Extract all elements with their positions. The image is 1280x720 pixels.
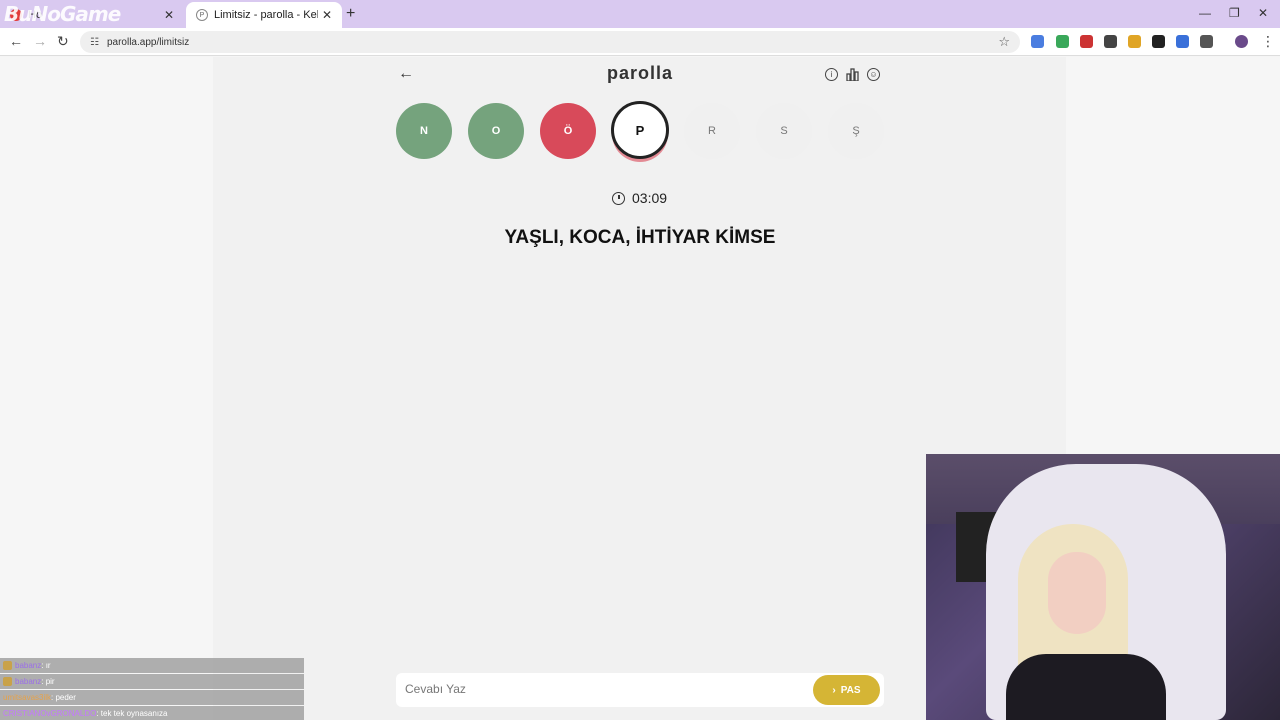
letter-circle-current: P [611,101,669,159]
extension-icon[interactable] [1176,35,1189,48]
url-bar[interactable]: ☷ parolla.app/limitsiz ☆ [80,31,1020,53]
info-icon[interactable]: i [825,68,838,81]
minimize-icon[interactable]: — [1199,6,1211,20]
extension-icon[interactable] [1080,35,1093,48]
chat-username: CRISTIANOvGRONALDO [3,709,97,718]
stats-chart-icon[interactable] [846,68,859,81]
webcam-overlay [926,454,1280,720]
chat-message: CRISTIANOvGRONALDO : tek tek oynasanıza [0,706,304,720]
letter-label: P [635,122,645,138]
letter-label: Ş [852,125,860,137]
chat-message: babanz : ır [0,658,304,673]
webcam-streamer-shirt [1006,654,1166,720]
stream-chat-overlay: babanz : ır babanz : pir umitsavas3ilk :… [0,658,304,720]
puzzle-extensions-icon[interactable] [1200,35,1213,48]
letter-circle: S [756,103,812,159]
browser-tab-bar: Ho ✕ BuNoGame P Limitsiz - parolla - Kel… [0,0,1280,28]
chat-badge-icon [3,661,12,670]
chat-badge-icon [3,677,12,686]
parolla-favicon-icon: P [196,9,208,21]
letter-label: S [780,125,788,137]
letter-circle: Ö [540,103,596,159]
app-logo[interactable]: parolla [560,63,720,84]
chat-username: babanz [15,677,42,686]
pass-label: PAS [840,684,861,696]
letter-label: Ö [563,125,573,137]
letter-circle: Ş [828,103,884,159]
chat-text: : pir [41,677,55,686]
close-tab-icon[interactable]: ✕ [164,8,174,22]
chat-username: umitsavas3ilk [3,693,52,702]
address-toolbar: ← → ↻ ☷ parolla.app/limitsiz ☆ ⋮ [0,28,1280,56]
stream-brand-logo: BuNoGame [4,2,121,26]
profile-avatar-icon[interactable] [1235,35,1248,48]
chat-text: : ır [41,661,51,670]
chat-message: babanz : pir [0,674,304,689]
browser-tab-active[interactable]: P Limitsiz - parolla - Kelime oyunu ✕ [186,2,342,28]
letter-circle: R [684,103,740,159]
restore-icon[interactable]: ❐ [1229,6,1240,20]
new-tab-icon[interactable]: + [346,5,355,23]
back-arrow-icon[interactable]: ← [398,65,414,83]
question-clue: YAŞLI, KOCA, İHTİYAR KİMSE [504,227,776,248]
site-info-icon[interactable]: ☷ [90,37,99,48]
chevron-right-icon: › [832,684,836,696]
url-text: parolla.app/limitsiz [106,36,190,48]
user-profile-icon[interactable]: ☺ [867,68,880,81]
chat-message: umitsavas3ilk : peder [0,690,304,705]
close-tab-icon[interactable]: ✕ [322,8,332,22]
extension-icon[interactable] [1056,35,1069,48]
kebab-menu-icon[interactable]: ⋮ [1261,33,1275,50]
pass-button[interactable]: › PAS [813,675,880,705]
webcam-streamer-face [1048,552,1106,634]
reload-icon[interactable]: ↻ [57,33,69,50]
bookmark-star-icon[interactable]: ☆ [998,34,1010,50]
timer-value: 03:09 [632,190,668,206]
chat-username: babanz [15,661,42,670]
tab-title: Limitsiz - parolla - Kelime oyunu [214,9,318,21]
letter-label: O [491,125,501,137]
countdown-timer: 03:09 [612,190,667,206]
letter-circle: O [468,103,524,159]
chat-text: : peder [51,693,76,702]
chat-text: : tek tek oynasanıza [96,709,168,718]
letter-label: N [420,125,428,137]
extension-icon[interactable] [1152,35,1165,48]
translate-extension-icon[interactable] [1031,35,1044,48]
extension-icon[interactable] [1128,35,1141,48]
back-arrow-icon[interactable]: ← [9,33,23,49]
answer-bar: › PAS [396,673,884,707]
extension-icon[interactable] [1104,35,1117,48]
forward-arrow-icon[interactable]: → [33,33,47,49]
letter-label: R [708,125,716,137]
clock-icon [612,191,625,205]
close-window-icon[interactable]: ✕ [1258,6,1268,20]
answer-input[interactable] [405,682,785,696]
letter-circle: N [396,103,452,159]
